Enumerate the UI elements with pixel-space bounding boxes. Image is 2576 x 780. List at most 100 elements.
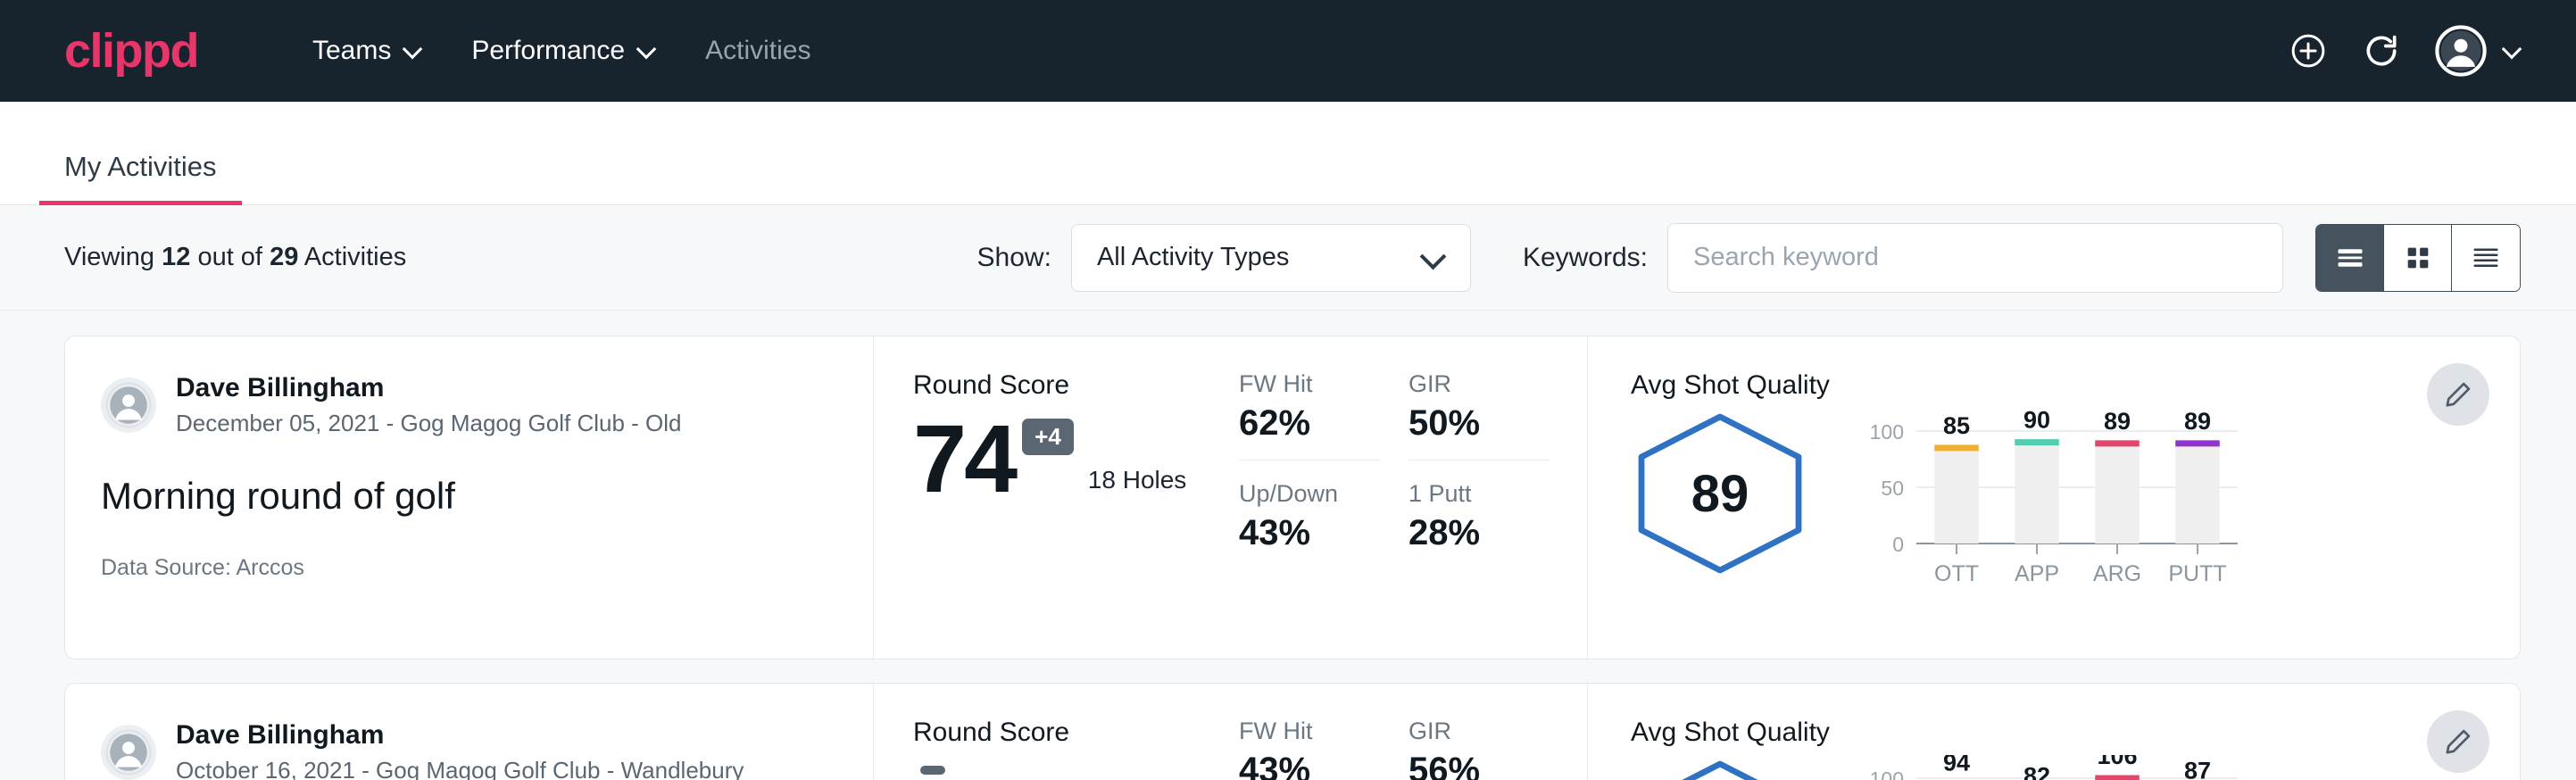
tab-bar: My Activities [0, 102, 2576, 205]
activity-meta: October 16, 2021 - Gog Magog Golf Club -… [176, 755, 744, 780]
stat-fw-hit: FW Hit 43% [1239, 718, 1380, 780]
activity-title: Morning round of golf [101, 475, 846, 518]
round-score-value: 74 [913, 413, 1015, 505]
stat-value: 43% [1239, 513, 1380, 553]
chevron-down-icon [1424, 247, 1445, 269]
top-navigation-bar: clippd Teams Performance Activities [0, 0, 2576, 102]
stat-label: Up/Down [1239, 480, 1380, 508]
activity-meta: December 05, 2021 - Gog Magog Golf Club … [176, 408, 682, 439]
avg-shot-quality-hexagon: 89 [1631, 411, 1809, 576]
tab-my-activities[interactable]: My Activities [39, 151, 242, 204]
stat-label: GIR [1408, 718, 1550, 745]
chevron-down-icon [403, 42, 421, 60]
filter-toolbar: Viewing 12 out of 29 Activities Show: Al… [0, 205, 2576, 311]
header-actions [2289, 25, 2521, 77]
stat-value: 43% [1239, 751, 1380, 780]
svg-text:94: 94 [1943, 755, 1970, 776]
round-score-label: Round Score [913, 718, 1230, 748]
svg-text:85: 85 [1943, 412, 1970, 439]
avg-shot-quality-label: Avg Shot Quality [1631, 370, 2413, 401]
avatar [101, 378, 156, 433]
avg-shot-quality-section: Avg Shot Quality 05010094OTT82APP106ARG8… [1587, 684, 2520, 780]
stat-label: 1 Putt [1408, 480, 1550, 508]
stat-label: FW Hit [1239, 718, 1380, 745]
stat-value: 50% [1408, 403, 1550, 444]
round-score-section: Round Score 74 +4 18 Holes [873, 336, 1230, 659]
activity-player: Dave Billingham December 05, 2021 - Gog … [101, 370, 846, 439]
stat-value: 28% [1408, 513, 1550, 553]
avg-shot-quality-value: 89 [1631, 411, 1809, 576]
avg-shot-quality-value [1631, 759, 1809, 780]
stat-gir: GIR 56% [1408, 718, 1550, 780]
viewing-count: 12 [162, 243, 190, 271]
round-stats: FW Hit 62% GIR 50% Up/Down 43% 1 Putt 28… [1230, 336, 1587, 659]
primary-nav: Teams Performance Activities [287, 23, 835, 79]
svg-text:82: 82 [2023, 763, 2050, 780]
player-name: Dave Billingham [176, 370, 682, 405]
view-mode-toggle [2315, 224, 2521, 292]
svg-text:OTT: OTT [1934, 561, 1979, 586]
viewing-mid: out of [197, 243, 262, 271]
nav-item-teams[interactable]: Teams [287, 23, 446, 79]
nav-item-teams-label: Teams [312, 36, 391, 66]
compact-view-icon[interactable] [2452, 225, 2520, 291]
activity-list: Dave Billingham December 05, 2021 - Gog … [0, 311, 2576, 780]
stat-one-putt: 1 Putt 28% [1408, 461, 1550, 553]
round-score-section: Round Score [873, 684, 1230, 780]
shot-quality-bar-chart: 05010085OTT90APP89ARG89PUTT [1861, 408, 2245, 625]
activity-card[interactable]: Dave Billingham October 16, 2021 - Gog M… [64, 683, 2521, 780]
activity-player: Dave Billingham October 16, 2021 - Gog M… [101, 718, 846, 780]
edit-activity-button[interactable] [2427, 710, 2489, 773]
svg-text:0: 0 [1892, 533, 1904, 556]
svg-text:100: 100 [1870, 768, 1904, 780]
svg-text:PUTT: PUTT [2168, 561, 2226, 586]
keywords-label: Keywords: [1523, 243, 1648, 273]
toolbar-controls: Show: All Activity Types Keywords: [977, 223, 2521, 293]
activity-type-select[interactable]: All Activity Types [1071, 224, 1471, 292]
grid-view-icon[interactable] [2384, 225, 2452, 291]
svg-text:87: 87 [2184, 757, 2211, 780]
shot-quality-bar-chart: 05010094OTT82APP106ARG87PUTT [1861, 755, 2245, 780]
stat-value: 56% [1408, 751, 1550, 780]
score-to-par-badge [920, 766, 945, 775]
stat-fw-hit: FW Hit 62% [1239, 370, 1380, 461]
stat-label: GIR [1408, 370, 1550, 398]
activity-type-value: All Activity Types [1097, 243, 1424, 272]
account-avatar[interactable] [2435, 25, 2521, 77]
svg-text:ARG: ARG [2093, 561, 2141, 586]
svg-text:90: 90 [2023, 408, 2050, 434]
viewing-suffix: Activities [304, 243, 406, 271]
chevron-down-icon [637, 42, 655, 60]
avg-shot-quality-label: Avg Shot Quality [1631, 718, 2413, 748]
show-label: Show: [977, 243, 1051, 273]
svg-text:100: 100 [1870, 420, 1904, 444]
round-score-label: Round Score [913, 370, 1230, 401]
svg-text:APP: APP [2015, 561, 2059, 586]
refresh-icon[interactable] [2362, 31, 2401, 71]
round-score-row [913, 760, 1230, 775]
activity-identity: Dave Billingham October 16, 2021 - Gog M… [65, 684, 873, 780]
viewing-prefix: Viewing [64, 243, 154, 271]
avg-shot-quality-section: Avg Shot Quality 89 0 50 100 85 OTT 90 APP 89 AR… [1587, 336, 2520, 659]
tab-my-activities-label: My Activities [64, 151, 217, 182]
nav-item-activities-label: Activities [705, 36, 810, 66]
round-stats: FW Hit 43% GIR 56% Up/Down 1 Putt [1230, 684, 1587, 780]
svg-text:50: 50 [1881, 477, 1904, 500]
stat-up-down: Up/Down 43% [1239, 461, 1380, 553]
activity-card[interactable]: Dave Billingham December 05, 2021 - Gog … [64, 336, 2521, 660]
player-name: Dave Billingham [176, 718, 744, 752]
nav-item-activities[interactable]: Activities [680, 23, 835, 79]
score-to-par-badge: +4 [1022, 419, 1074, 455]
svg-text:89: 89 [2184, 408, 2211, 435]
avatar [101, 725, 156, 780]
chevron-down-icon [2503, 42, 2521, 60]
activity-data-source: Data Source: Arccos [101, 555, 846, 581]
stat-gir: GIR 50% [1408, 370, 1550, 461]
search-input[interactable] [1667, 223, 2283, 293]
nav-item-performance[interactable]: Performance [446, 23, 680, 79]
list-view-icon[interactable] [2316, 225, 2384, 291]
nav-item-performance-label: Performance [471, 36, 625, 66]
add-circle-icon[interactable] [2289, 31, 2328, 71]
edit-activity-button[interactable] [2427, 363, 2489, 426]
clippd-logo[interactable]: clippd [64, 23, 198, 79]
